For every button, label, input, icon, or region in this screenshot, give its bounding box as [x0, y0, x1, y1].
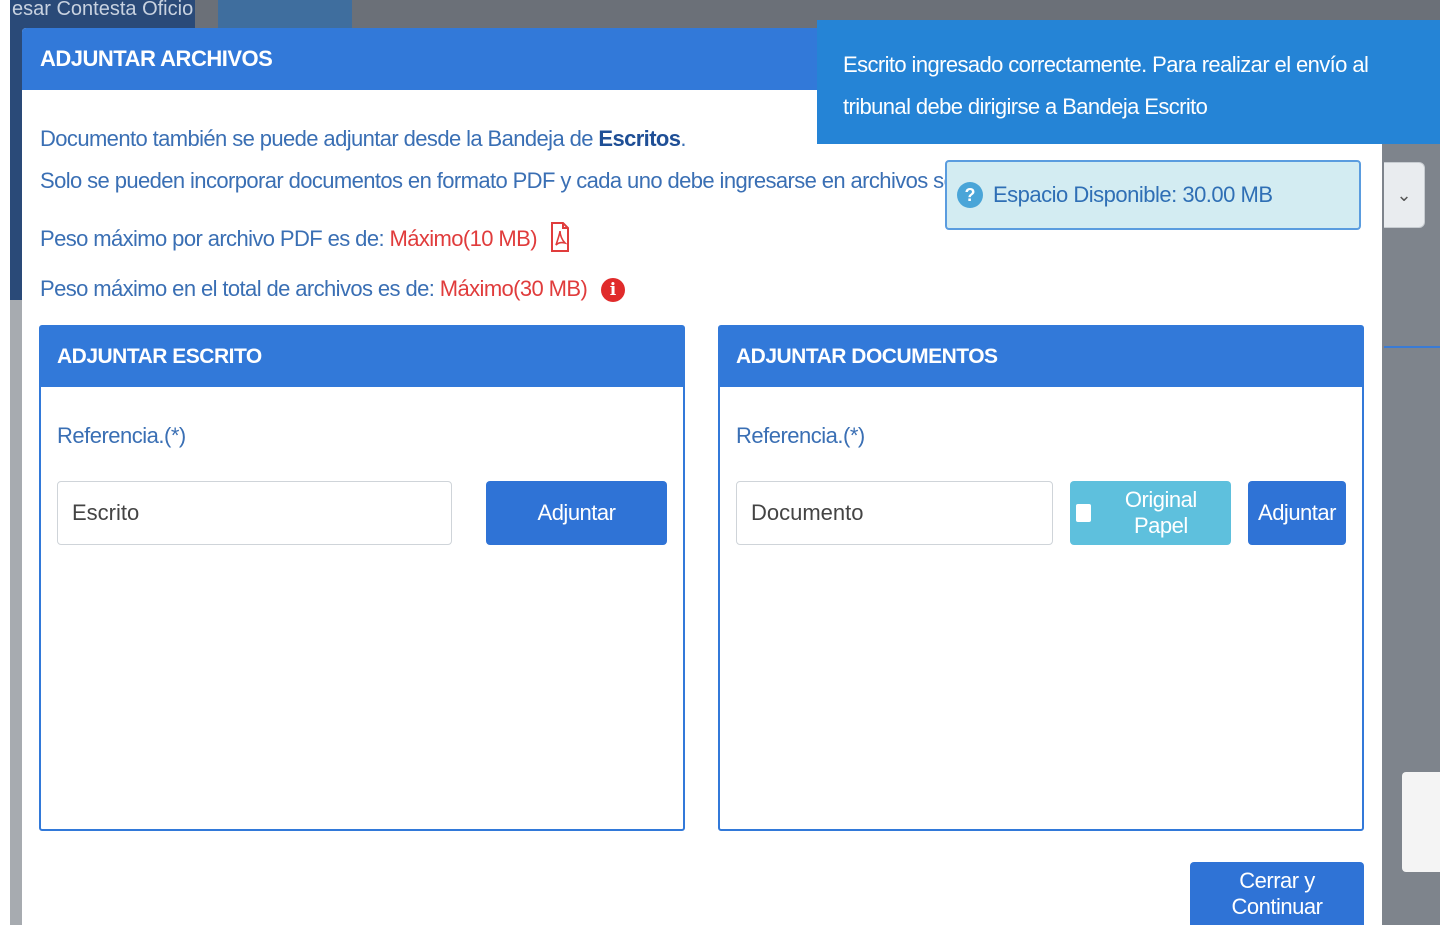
attach-escrito-button[interactable]: Adjuntar [486, 481, 667, 545]
attach-escrito-header: ADJUNTAR ESCRITO [41, 327, 683, 387]
question-circle-icon: ? [957, 182, 983, 208]
attach-escrito-panel: ADJUNTAR ESCRITO Referencia.(*) Adjuntar [39, 325, 685, 831]
background-select-toggle: ⌄ [1384, 162, 1425, 228]
attach-documents-title: ADJUNTAR DOCUMENTOS [736, 345, 998, 368]
pdf-file-icon [550, 221, 570, 259]
chevron-down-icon: ⌄ [1396, 184, 1412, 205]
attach-files-modal: ADJUNTAR ARCHIVOS Documento también se p… [22, 28, 1382, 925]
available-space-box: ? Espacio Disponible: 30.00 MB [945, 160, 1361, 230]
document-reference-label: Referencia.(*) [736, 423, 865, 448]
info-circle-icon: i [600, 278, 625, 303]
attach-documents-header: ADJUNTAR DOCUMENTOS [720, 327, 1362, 387]
escrito-reference-label: Referencia.(*) [57, 423, 186, 448]
info-line-bandeja: Documento también se puede adjuntar desd… [40, 126, 686, 151]
background-footer [1384, 892, 1440, 925]
info-line-max-total: Peso máximo en el total de archivos es d… [40, 276, 625, 303]
escrito-reference-input[interactable] [57, 481, 452, 545]
success-toast: Escrito ingresado correctamente. Para re… [817, 20, 1440, 144]
max-file-size: Máximo(10 MB) [389, 225, 537, 251]
background-menu-label: esar Contesta Oficio [12, 0, 194, 20]
background-divider [1384, 346, 1440, 348]
left-edge-strip [0, 0, 10, 925]
attach-documents-button[interactable]: Adjuntar [1248, 481, 1346, 545]
toast-message: Escrito ingresado correctamente. Para re… [843, 52, 1369, 119]
checkbox-icon [1076, 504, 1091, 522]
attach-documents-panel: ADJUNTAR DOCUMENTOS Referencia.(*) Origi… [718, 325, 1364, 831]
max-total-size: Máximo(30 MB) [439, 276, 588, 301]
info-line-max-file: Peso máximo por archivo PDF es de: Máxim… [40, 221, 570, 259]
background-left-column [10, 300, 22, 925]
info-line-pdf-format: Solo se pueden incorporar documentos en … [40, 168, 1037, 193]
modal-title: ADJUNTAR ARCHIVOS [40, 46, 273, 71]
background-tab [218, 0, 352, 30]
recaptcha-badge [1402, 772, 1440, 872]
original-paper-toggle[interactable]: Original Papel [1070, 481, 1231, 545]
document-reference-input[interactable] [736, 481, 1053, 545]
escritos-link-text: Escritos [598, 126, 681, 151]
attach-escrito-title: ADJUNTAR ESCRITO [57, 345, 262, 368]
original-paper-label: Original Papel [1124, 487, 1197, 538]
close-and-continue-button[interactable]: Cerrar y Continuar [1190, 862, 1364, 925]
available-space-text: Espacio Disponible: 30.00 MB [993, 182, 1273, 207]
